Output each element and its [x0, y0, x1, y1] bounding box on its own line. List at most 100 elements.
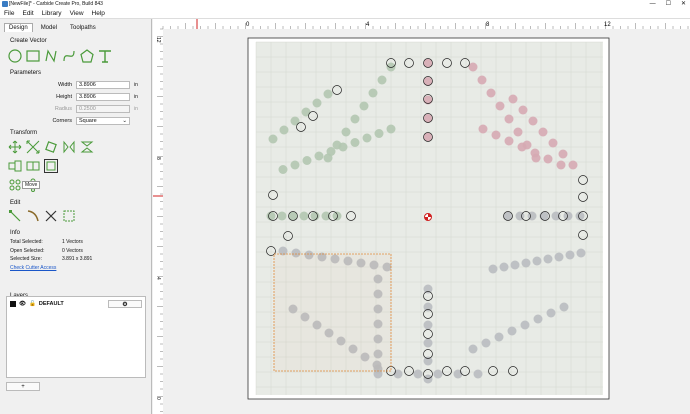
template-dot [266, 211, 276, 221]
trim-icon[interactable] [44, 209, 58, 223]
template-dot [314, 151, 324, 161]
polyline-tool-icon[interactable] [44, 49, 58, 63]
app-icon [2, 1, 8, 7]
origin-marker [424, 213, 432, 221]
template-dot [321, 211, 331, 221]
template-dot [532, 256, 542, 266]
lock-icon[interactable]: 🔓 [29, 301, 36, 307]
open-selected-value: 0 Vectors [62, 247, 83, 254]
polygon-tool-icon[interactable] [80, 49, 94, 63]
template-dot [277, 211, 287, 221]
ruler-v-label-4: 4 [155, 277, 161, 280]
template-dot [576, 248, 586, 258]
template-dot [413, 369, 423, 379]
template-dot [528, 116, 538, 126]
text-tool-icon[interactable] [98, 49, 112, 63]
template-dot [423, 284, 433, 294]
template-dot [323, 89, 333, 99]
circle-array-icon[interactable] [8, 178, 22, 192]
menu-view[interactable]: View [70, 10, 84, 17]
template-dot [453, 369, 463, 379]
menu-library[interactable]: Library [42, 10, 62, 17]
radius-field[interactable]: 0.2500 [76, 105, 130, 113]
radius-unit: in [134, 106, 138, 112]
design-canvas[interactable]: 0 4 8 12 12 8 4 0 [153, 19, 690, 414]
eye-icon[interactable]: 👁 [19, 301, 26, 307]
template-dot [279, 125, 289, 135]
width-label: Width [57, 82, 72, 88]
template-dot [377, 75, 387, 85]
node-edit-icon[interactable] [8, 209, 22, 223]
window-title: [NewFile]* - Carbide Create Pro, Build 8… [9, 1, 103, 7]
template-dot [488, 264, 498, 274]
template-dot [548, 138, 558, 148]
template-dot [423, 338, 433, 348]
mirror-icon[interactable] [62, 140, 76, 154]
template-dot [332, 211, 342, 221]
vertical-ruler [153, 29, 163, 414]
layer-settings-button[interactable]: ⚙ [108, 300, 142, 308]
maximize-button[interactable]: ☐ [666, 0, 671, 8]
width-field[interactable]: 3.8906 [76, 81, 130, 89]
template-dot [517, 142, 527, 152]
total-selected-label: Total Selected: [10, 239, 43, 245]
menu-help[interactable]: Help [92, 10, 105, 17]
minimize-button[interactable]: — [650, 0, 656, 8]
template-dot [478, 124, 488, 134]
layer-color-swatch[interactable] [10, 301, 16, 307]
menu-file[interactable]: File [4, 10, 14, 17]
chevron-down-icon: ⌄ [122, 118, 127, 124]
scale-icon[interactable] [26, 140, 40, 154]
tab-toolpaths[interactable]: Toolpaths [65, 23, 101, 32]
template-dot [278, 165, 288, 174]
tab-design[interactable]: Design [4, 23, 33, 32]
template-dot [530, 148, 540, 158]
array-icon[interactable] [26, 159, 40, 173]
tab-model[interactable]: Model [36, 23, 62, 32]
template-dot [433, 369, 443, 379]
template-dot [393, 369, 403, 379]
template-dot [468, 62, 478, 72]
curve-tool-icon[interactable] [62, 49, 76, 63]
template-dot [299, 211, 309, 221]
selection-box[interactable] [273, 253, 392, 372]
rotate-icon[interactable] [44, 140, 58, 154]
knife-icon[interactable] [26, 209, 40, 223]
menu-bar: File Edit Library View Help [0, 8, 690, 19]
template-dot [494, 332, 504, 342]
layer-row-default[interactable]: 👁 🔓 DEFAULT ⚙ [7, 297, 145, 311]
template-dot [508, 94, 518, 104]
ruler-v-label-8: 8 [155, 157, 161, 160]
check-cutter-access-link[interactable]: Check Cutter Access [10, 264, 56, 273]
flip-icon[interactable] [80, 140, 94, 154]
template-dot [563, 211, 573, 221]
template-dot [554, 252, 564, 262]
template-dot [543, 154, 553, 164]
width-unit: in [134, 82, 138, 88]
template-dot [268, 134, 278, 144]
move-icon[interactable] [8, 140, 22, 154]
add-layer-button[interactable]: + [6, 382, 40, 391]
circle-tool-icon[interactable] [8, 49, 22, 63]
template-dot [362, 133, 372, 143]
rectangle-tool-icon[interactable] [26, 49, 40, 63]
align-icon[interactable] [8, 159, 22, 173]
template-dot [568, 160, 578, 170]
template-dot [558, 149, 568, 159]
close-button[interactable]: ✕ [681, 0, 686, 8]
template-dot [504, 114, 514, 124]
template-dot [290, 116, 300, 126]
template-dot [368, 88, 378, 98]
menu-edit[interactable]: Edit [22, 10, 33, 17]
template-dot [473, 369, 483, 379]
template-dot [559, 302, 569, 312]
template-dot [495, 101, 505, 111]
boolean-icon[interactable] [62, 209, 76, 223]
template-dot [504, 136, 514, 146]
offset-icon[interactable] [44, 159, 58, 173]
height-field[interactable]: 3.8906 [76, 93, 130, 101]
template-dot [423, 320, 433, 330]
corners-select[interactable]: Square ⌄ [76, 117, 130, 125]
template-dot [491, 130, 501, 140]
template-dot [468, 344, 478, 354]
